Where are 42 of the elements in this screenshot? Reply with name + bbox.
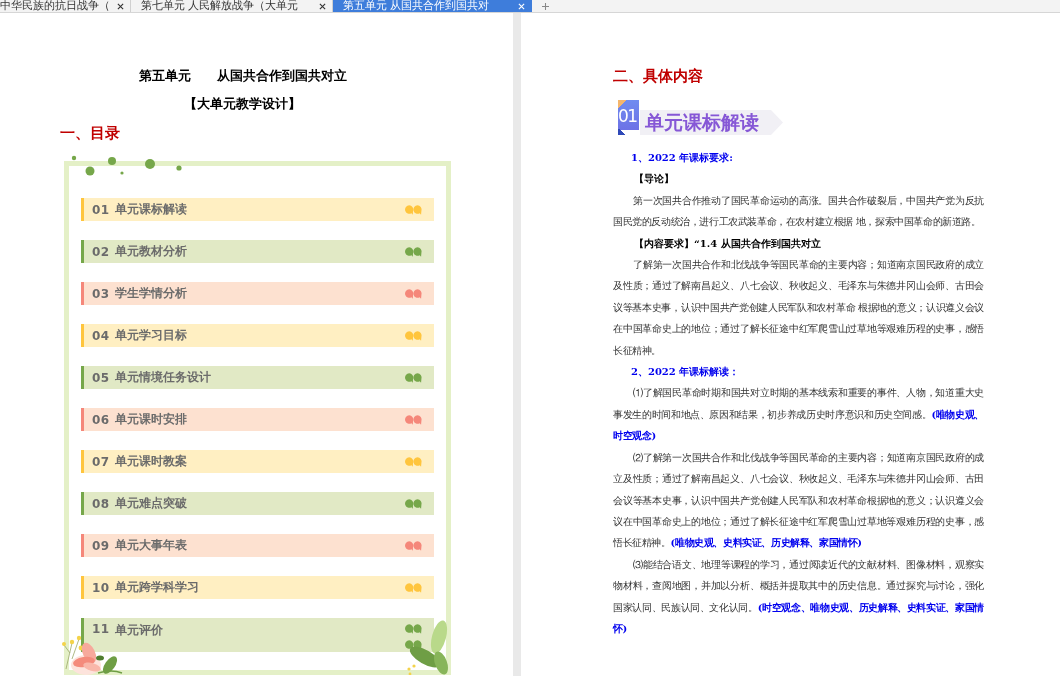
item-number: 01 bbox=[92, 202, 111, 217]
item-label: 单元跨学科学习 bbox=[115, 579, 200, 596]
item-number: 10 bbox=[92, 580, 111, 595]
item-number: 06 bbox=[92, 412, 111, 427]
document-title: 第五单元 从国共合作到国共对立 bbox=[137, 67, 348, 85]
item-label: 单元大事年表 bbox=[115, 537, 188, 554]
bracket-heading: 【内容要求】“1.4 从国共合作到国共对立 bbox=[633, 236, 822, 251]
item-number: 09 bbox=[92, 538, 111, 553]
item-label: 单元难点突破 bbox=[115, 495, 188, 512]
section-heading: 一、目录 bbox=[60, 123, 121, 144]
item-label: 单元学习目标 bbox=[115, 327, 188, 344]
item-label: 单元课时安排 bbox=[115, 411, 188, 428]
paragraph: ⑶能结合语文、地理等课程的学习，通过阅读近代的文献材料、图像材料，观察实物材料，查阅地图，并加以分析、概括并提取其中的历史信息。通过探究与讨论，强化国家认同、民族认同、文化认同。(时空观念、唯物史观、历史解释、史料实证、家国情怀) bbox=[613, 557, 984, 636]
plus-icon[interactable] bbox=[542, 2, 549, 10]
bracket-heading: 【导论】 bbox=[633, 172, 675, 187]
item-number: 07 bbox=[92, 454, 111, 469]
item-number: 03 bbox=[92, 286, 111, 301]
close-icon[interactable] bbox=[117, 2, 124, 10]
subheading: 2、2022 年课标解读： bbox=[630, 365, 741, 380]
item-number: 08 bbox=[92, 496, 111, 511]
document-subtitle: 【大单元教学设计】 bbox=[183, 95, 302, 113]
item-label: 学生学情分析 bbox=[115, 285, 188, 302]
item-label: 单元课时教案 bbox=[115, 453, 188, 470]
document-tab[interactable]: 第五单元 从国共合作到国共对 bbox=[333, 0, 532, 12]
item-label: 单元评价 bbox=[115, 622, 164, 639]
subheading: 1、2022 年课标要求: bbox=[630, 151, 734, 165]
banner-title: 单元课标解读 bbox=[640, 110, 783, 135]
paragraph: ⑴了解国民革命时期和国共对立时期的基本线索和重要的事件、人物，知道重大史事发生的时间和地点、原因和结果，初步养成历史时序意识和历史空间感。(唯物史观、时空观念) bbox=[613, 386, 984, 444]
paragraph: 第一次国共合作推动了国民革命运动的高涨。国共合作破裂后，中国共产党为反抗国民党的反动统治，进行工农武装革命，在农村建立根据 地，探索中国革命的新道路。 bbox=[613, 193, 984, 230]
item-label: 单元情境任务设计 bbox=[115, 369, 212, 386]
number-badge: 01 bbox=[618, 100, 639, 135]
item-number: 04 bbox=[92, 328, 111, 343]
close-icon[interactable] bbox=[319, 2, 326, 10]
section-heading: 二、具体内容 bbox=[613, 66, 704, 87]
item-number: 02 bbox=[92, 244, 111, 259]
item-number: 05 bbox=[92, 370, 111, 385]
item-number: 11 bbox=[92, 622, 111, 636]
document-tab[interactable]: 中华民族的抗日战争（ bbox=[0, 0, 131, 12]
paragraph: 了解第一次国共合作和北伐战争等国民革命的主要内容；知道南京国民政府的成立及性质；通过了解南昌起义、八七会议、秋收起义、毛泽东与朱德井冈山会师、古田会议等基本史事，认识中国共产党创建人民军队和农村革命 根据地的意义；认识遵义会议在中国革命史上的地位；通过了解长征途中红军爬雪山过草地等艰难历程的史事，感悟长征精神。 bbox=[613, 258, 984, 358]
item-label: 单元课标解读 bbox=[115, 201, 188, 218]
item-label: 单元教材分析 bbox=[115, 243, 188, 260]
paragraph: ⑵了解第一次国共合作和北伐战争等国民革命的主要内容；知道南京国民政府的成立及性质；通过了解南昌起义、八七会议、秋收起义、毛泽东与朱德井冈山会师、古田会议等基本史事，认识中国共产党创建人民军队和农村革命根据地的意义；认识遵义会议在中国革命史上的地位；通过了解长征途中红军爬雪山过草地等艰难历程的史事，感悟长征精神。(唯物史观、史料实证、历史解释、家国情怀) bbox=[613, 450, 984, 551]
